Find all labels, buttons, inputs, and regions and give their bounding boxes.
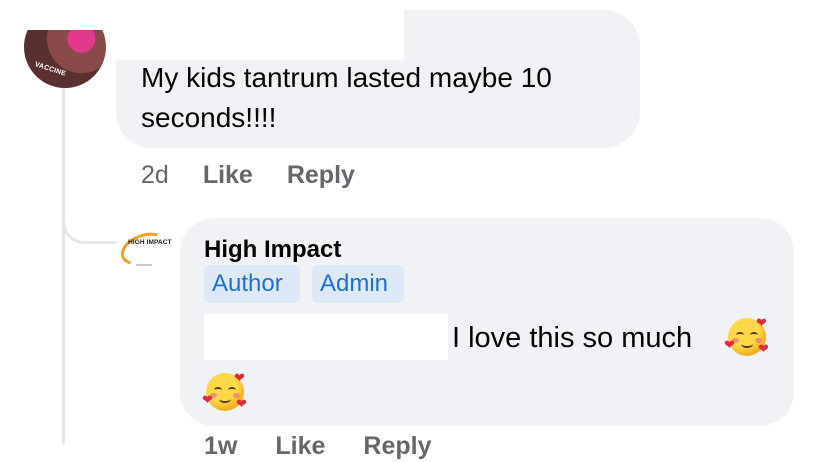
admin-badge: Admin bbox=[312, 265, 404, 303]
reply-actions: 1w Like Reply bbox=[204, 432, 469, 462]
logo-text: HIGH IMPACT bbox=[128, 239, 172, 246]
page-avatar[interactable]: HIGH IMPACT bbox=[116, 226, 172, 272]
smiling-face-with-hearts-icon: ❤ ❤ ❤ bbox=[724, 315, 769, 356]
reply-timestamp[interactable]: 1w bbox=[204, 432, 237, 462]
logo-underline bbox=[136, 264, 152, 266]
commenter-avatar[interactable]: VACCINE bbox=[24, 30, 106, 88]
comment-actions: 2d Like Reply bbox=[141, 158, 389, 192]
avatar-image bbox=[24, 30, 106, 88]
reply-reply-button[interactable]: Reply bbox=[363, 432, 431, 462]
redacted-mention bbox=[204, 314, 448, 360]
smiling-face-with-hearts-icon: ❤ ❤ ❤ bbox=[202, 370, 247, 411]
like-button[interactable]: Like bbox=[203, 161, 253, 190]
author-badge: Author bbox=[204, 265, 300, 303]
thread-line bbox=[62, 88, 65, 444]
reply-text: I love this so much bbox=[452, 322, 693, 354]
reply-author-name[interactable]: High Impact bbox=[204, 236, 341, 264]
comment-text: My kids tantrum lasted maybe 10 seconds!… bbox=[141, 62, 552, 133]
comment-timestamp[interactable]: 2d bbox=[141, 161, 169, 190]
redacted-name bbox=[116, 0, 404, 60]
reply-like-button[interactable]: Like bbox=[275, 432, 325, 462]
thread-connector bbox=[62, 180, 116, 244]
reply-button[interactable]: Reply bbox=[287, 161, 355, 190]
